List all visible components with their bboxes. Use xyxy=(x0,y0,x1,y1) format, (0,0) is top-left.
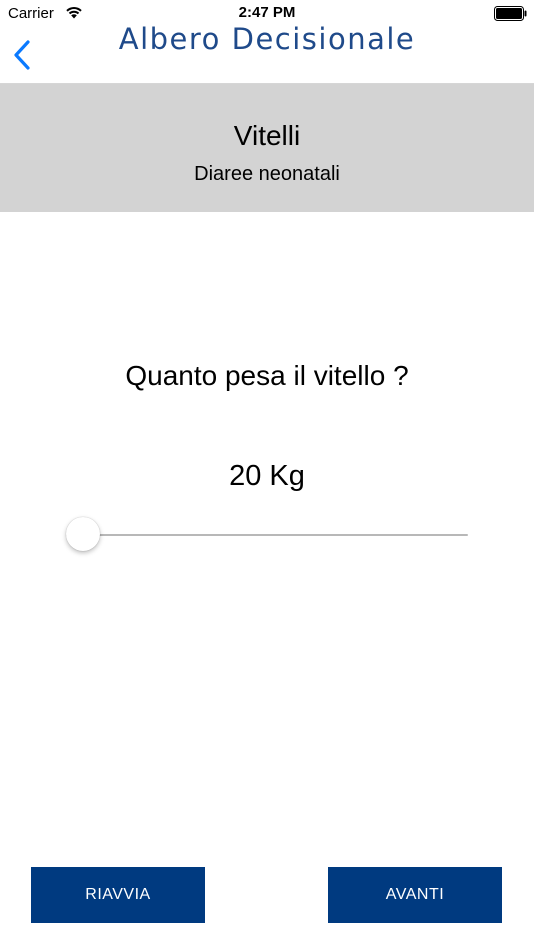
slider-track xyxy=(66,534,468,536)
restart-button[interactable]: RIAVVIA xyxy=(31,867,205,923)
weight-value-label: 20 Kg xyxy=(229,460,305,492)
question-text: Quanto pesa il vitello ? xyxy=(125,360,409,391)
category-header: Vitelli Diaree neonatali xyxy=(0,84,534,212)
next-button[interactable]: AVANTI xyxy=(328,867,502,923)
weight-slider[interactable] xyxy=(66,515,468,555)
category-subtitle: Diaree neonatali xyxy=(194,163,340,185)
slider-thumb[interactable] xyxy=(66,517,100,551)
app-title: Albero Decisionale xyxy=(118,22,416,56)
category-title: Vitelli xyxy=(233,120,301,151)
battery-icon xyxy=(494,6,527,21)
screen: Carrier 2:47 PM Albero Decisionale Vitel… xyxy=(0,0,534,950)
clock: 2:47 PM xyxy=(238,4,296,21)
navigation-bar: Albero Decisionale xyxy=(0,22,534,84)
